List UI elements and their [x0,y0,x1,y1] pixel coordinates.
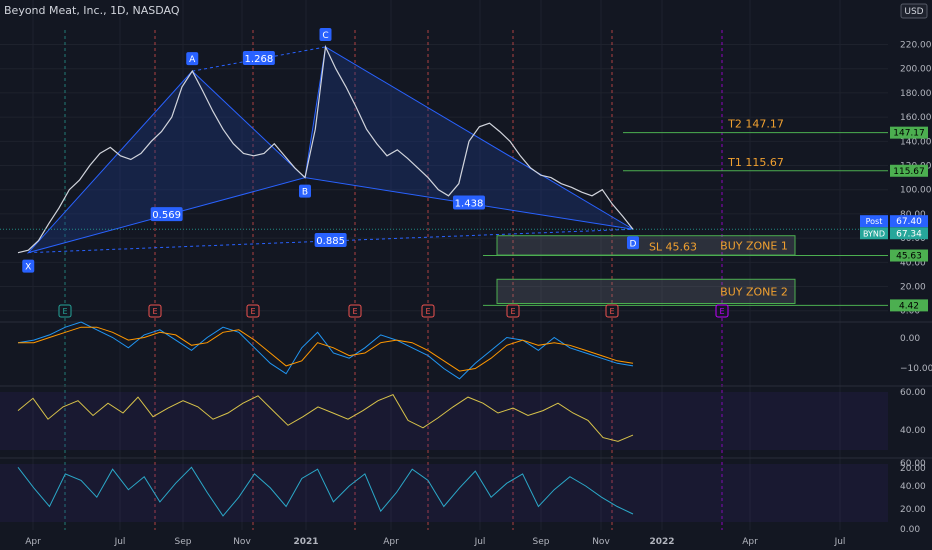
price-tag-value: 67.34 [896,229,922,239]
earnings-label: E [152,307,157,316]
currency-label: USD [904,7,923,17]
time-tick-label: 2021 [293,537,318,547]
time-tick-label: Apr [25,537,41,547]
earnings-label: E [609,307,614,316]
time-tick-label: Sep [533,537,550,547]
rsi-tick-label: 40.00 [900,426,926,436]
earnings-label: E [352,307,357,316]
pattern-point-label: A [189,55,196,65]
level-label: T2 147.17 [727,118,784,131]
earnings-label: E [719,307,724,316]
symbol-title: Beyond Meat, Inc., 1D, NASDAQ [4,4,180,17]
time-tick-label: Jul [834,537,846,547]
price-tag-value: 67.40 [896,217,922,227]
rsi-tick-label: 60.00 [900,388,926,398]
buy-zone-label: BUY ZONE 1 [720,239,788,252]
price-tick-label: 100.00 [900,186,932,196]
macd-tick-label: 0.00 [900,334,920,344]
pattern-point-label: X [25,263,31,273]
pattern-point-label: D [630,239,637,249]
pattern-point-label: C [322,31,328,41]
pane-band [0,464,888,522]
macd-tick-label: −10.00 [900,364,932,374]
stochastic-tick-label: 40.00 [900,482,926,492]
level-label: SL 45.63 [649,241,697,254]
pane-band [0,392,888,450]
stochastic-tick-label: 20.00 [900,505,926,515]
earnings-label: E [250,307,255,316]
ratio-label: 1.268 [245,54,274,65]
level-label: T1 115.67 [727,156,784,169]
level-axis-label: 4.42 [899,301,919,311]
time-tick-label: Apr [742,537,758,547]
price-tick-label: 180.00 [900,89,932,99]
time-tick-label: Jul [474,537,486,547]
stochastic-tick-label: 60.00 [900,459,926,469]
time-tick-label: 2022 [649,537,674,547]
time-tick-label: Nov [592,537,610,547]
price-tick-label: 140.00 [900,137,932,147]
level-axis-label: 45.63 [896,252,922,262]
price-tag-label: Post [866,217,883,226]
ratio-label: 1.438 [455,198,484,209]
time-tick-label: Apr [383,537,399,547]
price-tick-label: 220.00 [900,41,932,51]
ratio-label: 0.885 [316,236,345,247]
earnings-label: E [510,307,515,316]
earnings-label: E [62,307,67,316]
chart-canvas: 1.268 0.569 1.438 0.885 BUY ZONE 1 BUY ZONE … [0,0,932,550]
price-tick-label: 20.00 [900,283,926,293]
earnings-label: E [425,307,430,316]
pattern-point-label: B [302,188,308,198]
currency-button[interactable]: USD [900,3,928,19]
buy-zone-label: BUY ZONE 2 [720,285,788,298]
price-tick-label: 160.00 [900,113,932,123]
time-tick-label: Sep [175,537,192,547]
price-tag-label: BYND [863,229,885,238]
level-axis-label: 115.67 [893,167,925,177]
time-tick-label: Nov [233,537,251,547]
price-tick-label: 200.00 [900,65,932,75]
ratio-label: 0.569 [152,210,181,221]
level-axis-label: 147.17 [893,129,925,139]
stochastic-tick-label: 0.00 [900,525,920,535]
time-tick-label: Jul [114,537,126,547]
